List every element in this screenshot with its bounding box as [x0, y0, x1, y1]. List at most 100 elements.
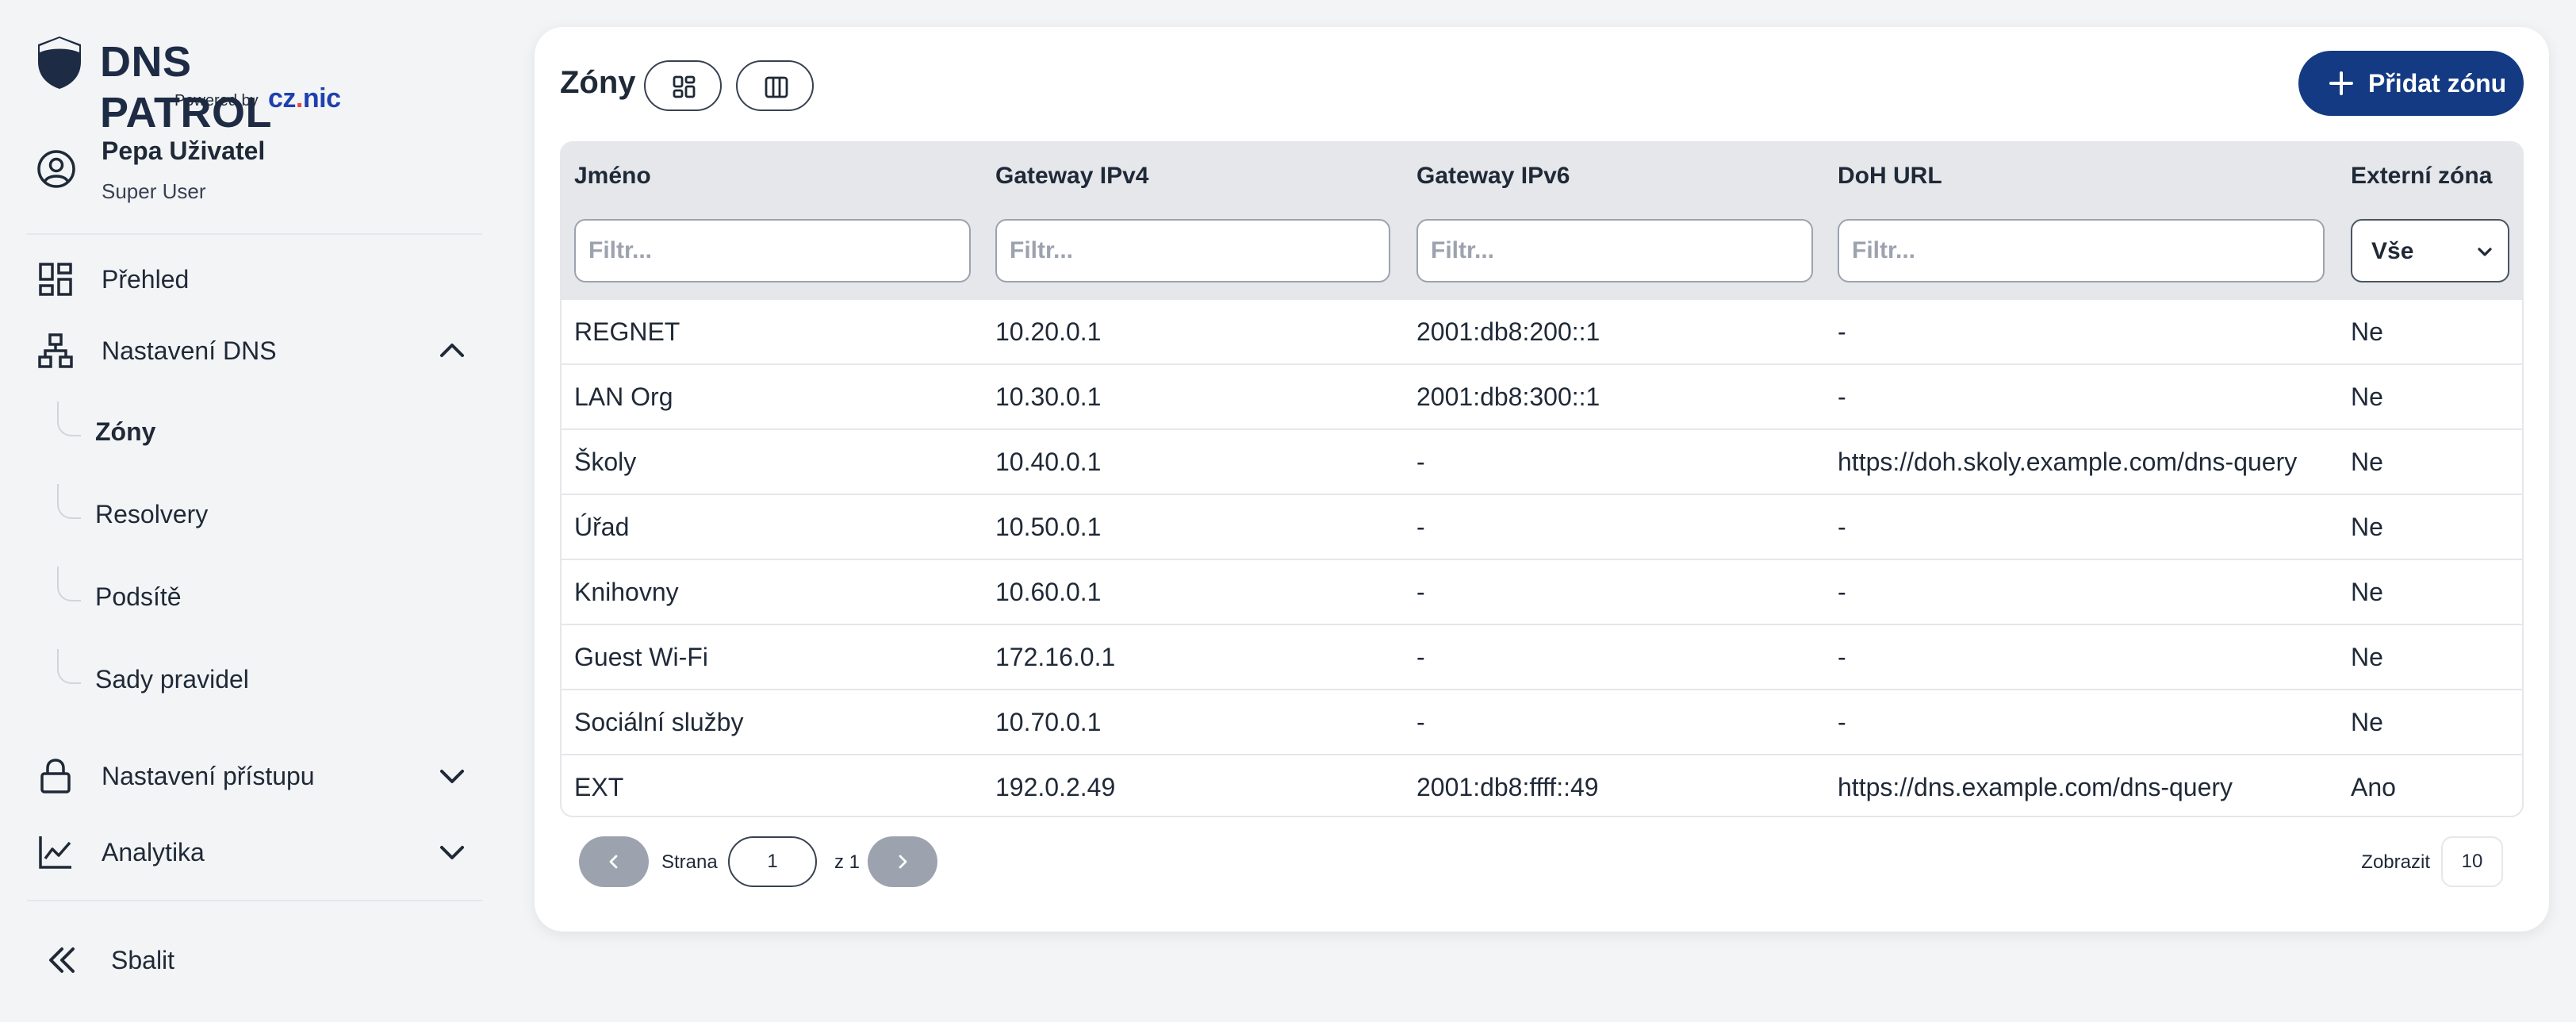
cell-external: Ano — [2351, 773, 2396, 801]
sidebar-subitem-subnets[interactable]: Podsítě — [57, 567, 454, 622]
cell-ipv4: 10.40.0.1 — [995, 448, 1102, 476]
column-header-name[interactable]: Jméno — [574, 160, 651, 192]
cell-ipv4: 192.0.2.49 — [995, 773, 1116, 801]
cell-ipv6: - — [1416, 578, 1425, 606]
table-header: Jméno Gateway IPv4 Gateway IPv6 DoH URL … — [562, 143, 2522, 298]
dashboard-icon — [39, 263, 72, 296]
sidebar-divider — [27, 233, 482, 235]
cell-ipv4: 10.70.0.1 — [995, 708, 1102, 736]
cell-ipv4: 10.20.0.1 — [995, 317, 1102, 346]
column-header-doh[interactable]: DoH URL — [1838, 160, 1942, 192]
cell-doh-url: - — [1838, 382, 1846, 411]
tree-connector — [57, 484, 81, 519]
filter-ipv6-input[interactable] — [1416, 219, 1813, 282]
cell-doh-url: https://doh.skoly.example.com/dns-query — [1838, 448, 2298, 476]
cell-external: Ne — [2351, 317, 2383, 346]
sidebar-item-dns-settings[interactable]: Nastavení DNS — [27, 321, 482, 381]
cell-name: Úřad — [574, 513, 630, 541]
cell-external: Ne — [2351, 578, 2383, 606]
grid-view-button[interactable] — [644, 60, 722, 111]
page-number-input[interactable]: 1 — [728, 836, 817, 887]
chevron-down-icon — [2478, 248, 2492, 256]
cell-doh-url: - — [1838, 317, 1846, 346]
filter-external-select[interactable]: Vše — [2351, 219, 2509, 282]
table-row[interactable]: Guest Wi-Fi 172.16.0.1 - - Ne — [562, 624, 2522, 689]
sidebar-collapse-button[interactable]: Sbalit — [27, 930, 482, 990]
table-row[interactable]: LAN Org 10.30.0.1 2001:db8:300::1 - Ne — [562, 363, 2522, 428]
column-header-external[interactable]: Externí zóna — [2351, 160, 2492, 192]
sidebar-subitem-label: Resolvery — [95, 500, 209, 528]
sidebar-subitem-resolvers[interactable]: Resolvery — [57, 484, 454, 540]
partner-dot: . — [295, 83, 303, 113]
table-row[interactable]: Knihovny 10.60.0.1 - - Ne — [562, 559, 2522, 624]
page-size-select[interactable]: 10 — [2441, 836, 2503, 887]
tree-connector — [57, 649, 81, 684]
page-title: Zóny — [560, 65, 636, 100]
network-icon — [38, 333, 73, 368]
partner-suffix: nic — [302, 83, 341, 113]
plus-icon — [2329, 71, 2353, 95]
table-row[interactable]: EXT 192.0.2.49 2001:db8:ffff::49 https://dn… — [562, 754, 2522, 816]
cell-ipv6: 2001:db8:ffff::49 — [1416, 773, 1599, 801]
cell-name: EXT — [574, 773, 624, 801]
add-zone-button[interactable]: Přidat zónu — [2298, 51, 2524, 116]
user-profile[interactable]: Pepa Uživatel Super User — [36, 132, 481, 208]
cell-doh-url: https://dns.example.com/dns-query — [1838, 773, 2233, 801]
sidebar: DNS PATROL Powered by cz.nic Pepa Uživat… — [0, 0, 508, 1022]
sidebar-subitem-rulesets[interactable]: Sady pravidel — [57, 649, 454, 705]
chevron-left-icon — [609, 855, 618, 869]
sidebar-item-label: Analytika — [102, 838, 205, 866]
sidebar-subitem-label: Zóny — [95, 417, 156, 446]
table-row[interactable]: Úřad 10.50.0.1 - - Ne — [562, 494, 2522, 559]
cell-ipv4: 172.16.0.1 — [995, 643, 1116, 671]
tree-connector — [57, 402, 81, 436]
cell-doh-url: - — [1838, 708, 1846, 736]
filter-doh-input[interactable] — [1838, 219, 2325, 282]
columns-icon — [765, 76, 788, 98]
partner-prefix: cz — [268, 83, 296, 113]
column-header-ipv6[interactable]: Gateway IPv6 — [1416, 160, 1570, 192]
sidebar-item-label: Nastavení přístupu — [102, 762, 315, 790]
table-row[interactable]: Sociální služby 10.70.0.1 - - Ne — [562, 689, 2522, 754]
sidebar-item-access-settings[interactable]: Nastavení přístupu — [27, 746, 482, 806]
sidebar-item-overview[interactable]: Přehled — [27, 249, 482, 309]
cell-external: Ne — [2351, 513, 2383, 541]
filter-name-input[interactable] — [574, 219, 971, 282]
column-header-ipv4[interactable]: Gateway IPv4 — [995, 160, 1148, 192]
cell-ipv6: 2001:db8:200::1 — [1416, 317, 1600, 346]
grid-icon — [673, 75, 696, 98]
zones-table: Jméno Gateway IPv4 Gateway IPv6 DoH URL … — [560, 141, 2524, 817]
cell-ipv4: 10.30.0.1 — [995, 382, 1102, 411]
chevron-up-icon[interactable] — [438, 336, 466, 365]
cell-ipv4: 10.50.0.1 — [995, 513, 1102, 541]
page-total-label: z 1 — [834, 851, 861, 873]
chevron-right-icon — [899, 855, 907, 869]
sidebar-subitem-zones[interactable]: Zóny — [57, 402, 454, 457]
sidebar-item-analytics[interactable]: Analytika — [27, 822, 482, 882]
cell-doh-url: - — [1838, 578, 1846, 606]
chevron-down-icon[interactable] — [438, 838, 466, 866]
cell-ipv4: 10.60.0.1 — [995, 578, 1102, 606]
cell-name: Sociální služby — [574, 708, 744, 736]
cell-name: Školy — [574, 448, 637, 476]
logo[interactable]: DNS PATROL Powered by cz.nic — [36, 33, 370, 136]
line-chart-icon — [39, 836, 71, 869]
next-page-button[interactable] — [868, 836, 937, 887]
user-avatar-icon — [37, 150, 75, 188]
page-size-label: Zobrazit — [2361, 851, 2430, 873]
cell-external: Ne — [2351, 448, 2383, 476]
chevron-down-icon[interactable] — [438, 762, 466, 790]
lock-icon — [40, 759, 71, 793]
shield-logo-icon — [38, 36, 81, 89]
cell-name: LAN Org — [574, 382, 673, 411]
tree-connector — [57, 567, 81, 601]
table-row[interactable]: Školy 10.40.0.1 - https://doh.skoly.example… — [562, 428, 2522, 494]
table-row[interactable]: REGNET 10.20.0.1 2001:db8:200::1 - Ne — [562, 298, 2522, 363]
zones-card: Zóny Přidat zónu Jméno Gateway IPv4 Gate… — [535, 27, 2549, 932]
columns-view-button[interactable] — [736, 60, 814, 111]
prev-page-button[interactable] — [579, 836, 649, 887]
filter-ipv4-input[interactable] — [995, 219, 1390, 282]
sidebar-subitem-label: Podsítě — [95, 582, 182, 611]
user-role: Super User — [102, 179, 206, 203]
cell-external: Ne — [2351, 708, 2383, 736]
